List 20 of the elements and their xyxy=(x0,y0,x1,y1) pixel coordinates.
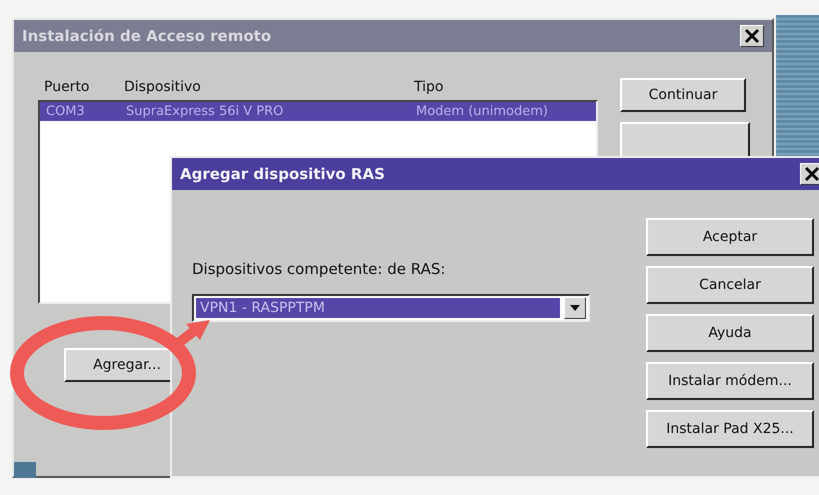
close-icon[interactable] xyxy=(740,25,764,47)
device-dropdown[interactable]: VPN1 - RASPPTPM xyxy=(192,294,590,322)
continue-button[interactable]: Continuar xyxy=(620,78,746,112)
dialog-button[interactable]: Instalar módem... xyxy=(646,362,814,400)
column-header[interactable]: Tipo xyxy=(414,79,592,95)
list-cell-text: SupraExpress 56i V PRO xyxy=(126,104,284,119)
dialog-button[interactable]: Cancelar xyxy=(646,266,814,304)
list-cell-text: Modem (unimodem) xyxy=(416,104,549,119)
dialog-button[interactable]: Aceptar xyxy=(646,218,814,256)
column-header[interactable]: Puerto xyxy=(44,79,124,95)
list-cell-text: COM3 xyxy=(46,104,86,119)
close-icon[interactable] xyxy=(800,163,819,185)
window-title: Instalación de Acceso remoto xyxy=(22,27,272,45)
dialog-title: Agregar dispositivo RAS xyxy=(180,165,385,183)
taskbar-corner xyxy=(14,462,36,478)
column-header[interactable]: Dispositivo xyxy=(124,79,414,95)
list-row[interactable]: COM3 SupraExpress 56i V PRO Modem (unimodem) xyxy=(40,102,596,121)
dialog-button[interactable]: Instalar Pad X25... xyxy=(646,410,814,448)
dialog-button[interactable]: Ayuda xyxy=(646,314,814,352)
field-label: Dispositivos competente: de RAS: xyxy=(192,260,446,278)
